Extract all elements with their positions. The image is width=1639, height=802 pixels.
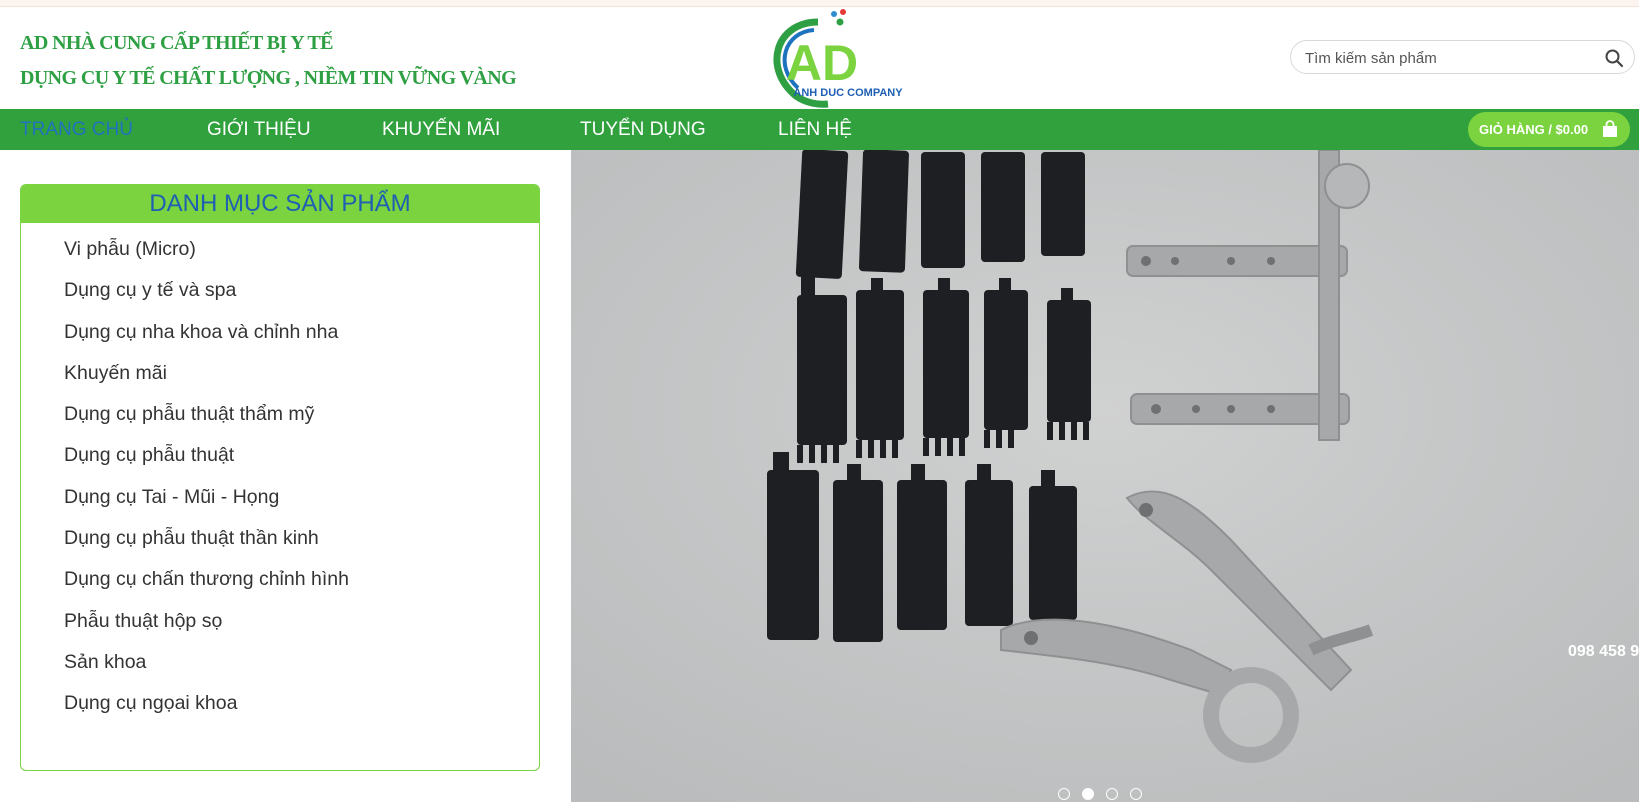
product-category-panel: DANH MỤC SẢN PHẨM Vi phẫu (Micro) Dụng c… [20, 184, 540, 771]
category-item-medical-spa[interactable]: Dụng cụ y tế và spa [21, 270, 539, 311]
nav-item-promotions[interactable]: Khuyến mãi [382, 109, 500, 150]
site-logo[interactable]: AD ANH DUC COMPANY [756, 8, 908, 108]
tagline-line-1: AD NHÀ CUNG CẤP THIẾT BỊ Y TẾ [20, 32, 333, 54]
cart-button[interactable]: GIỎ HÀNG / $0.00 [1468, 112, 1631, 147]
category-item-micro[interactable]: Vi phẫu (Micro) [21, 229, 539, 270]
search-input[interactable] [1303, 41, 1597, 75]
site-tagline: AD NHÀ CUNG CẤP THIẾT BỊ Y TẾ DỤNG CỤ Y … [20, 26, 517, 96]
category-item-general-surgery[interactable]: Dụng cụ ngọai khoa [21, 683, 539, 724]
tagline-line-2: DỤNG CỤ Y TẾ CHẤT LƯỢNG , NIỀM TIN VỮNG … [20, 67, 517, 89]
category-item-orthopedic[interactable]: Dụng cụ chấn thương chỉnh hình [21, 559, 539, 600]
category-item-obstetrics[interactable]: Sản khoa [21, 642, 539, 683]
category-item-cosmetic-surgery[interactable]: Dụng cụ phẫu thuật thẩm mỹ [21, 394, 539, 435]
logo-letters: AD [786, 35, 858, 91]
category-item-ent[interactable]: Dụng cụ Tai - Mũi - Họng [21, 477, 539, 518]
hotline-number: 098 458 9 [1568, 643, 1639, 660]
main-nav: Trang chủ Giới thiệu Khuyến mãi Tuyển dụ… [0, 109, 1639, 150]
nav-item-home[interactable]: Trang chủ [20, 109, 133, 150]
category-item-neurosurgery[interactable]: Dụng cụ phẫu thuật thần kinh [21, 518, 539, 559]
logo-company-name: ANH DUC COMPANY [793, 87, 903, 99]
nav-item-contact[interactable]: Liên hệ [778, 109, 852, 150]
search-box[interactable] [1290, 40, 1635, 75]
shopping-bag-icon [1603, 120, 1618, 137]
slide-image [571, 150, 1639, 802]
hero-slider[interactable]: 098 458 9 [571, 150, 1639, 802]
top-border [0, 0, 1639, 7]
category-list: Vi phẫu (Micro) Dụng cụ y tế và spa Dụng… [21, 223, 539, 725]
slider-dot-4[interactable] [1130, 788, 1142, 800]
category-item-cranial[interactable]: Phẫu thuật hộp sọ [21, 601, 539, 642]
slider-dot-3[interactable] [1106, 788, 1118, 800]
slider-dot-2[interactable] [1082, 788, 1094, 800]
category-item-surgery[interactable]: Dụng cụ phẫu thuật [21, 435, 539, 476]
cart-label: GIỎ HÀNG / $0.00 [1479, 122, 1589, 137]
slider-dot-1[interactable] [1058, 788, 1070, 800]
nav-item-careers[interactable]: Tuyển dụng [580, 109, 706, 150]
nav-item-about[interactable]: Giới thiệu [207, 109, 311, 150]
category-panel-title: DANH MỤC SẢN PHẨM [21, 185, 539, 223]
category-item-promotion[interactable]: Khuyến mãi [21, 353, 539, 394]
search-icon[interactable] [1604, 48, 1624, 68]
category-item-dental[interactable]: Dụng cụ nha khoa và chỉnh nha [21, 312, 539, 353]
